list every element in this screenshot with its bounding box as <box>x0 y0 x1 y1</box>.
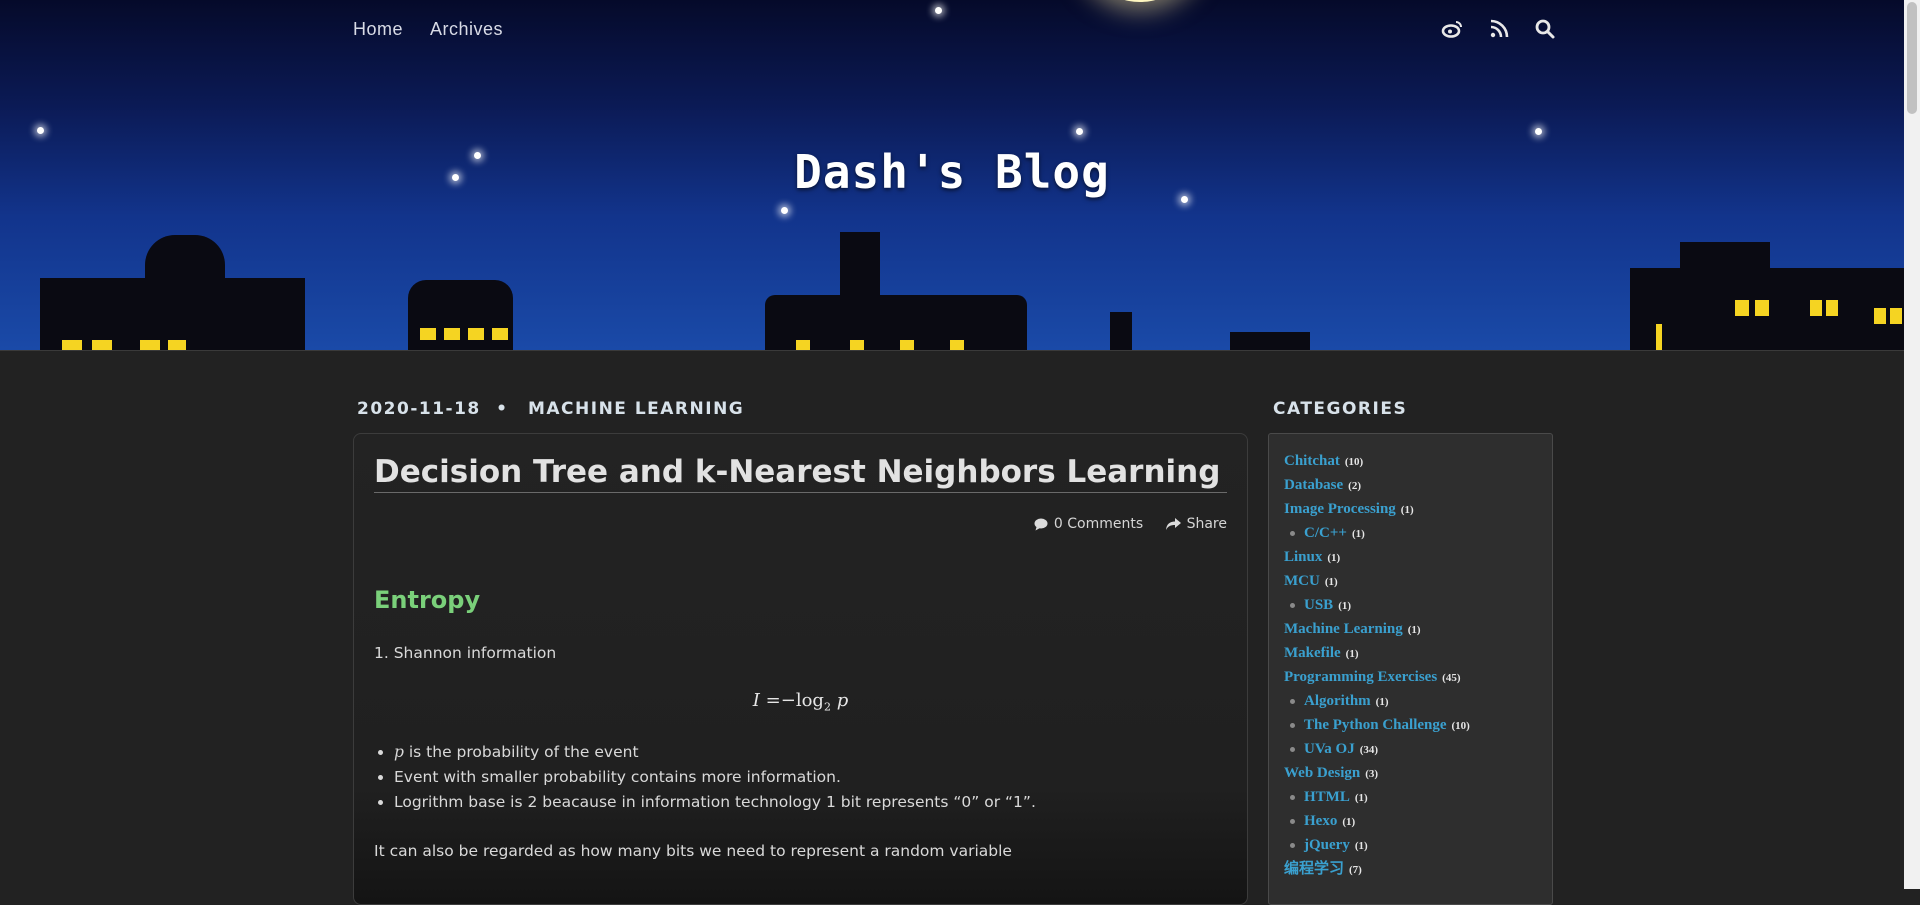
comments-link[interactable]: 0 Comments <box>1034 516 1143 532</box>
list-item: Event with smaller probability contains … <box>394 765 1036 790</box>
category-link[interactable]: jQuery <box>1304 837 1350 853</box>
category-count: (1) <box>1351 528 1365 540</box>
category-count: (1) <box>1324 576 1338 588</box>
city-skyline <box>0 230 1904 350</box>
category-count: (1) <box>1345 648 1359 660</box>
category-item: MCU (1) <box>1284 570 1552 594</box>
category-item: Linux (1) <box>1284 546 1552 570</box>
section-heading: Entropy <box>374 586 481 614</box>
category-count: (34) <box>1359 744 1379 756</box>
category-link[interactable]: USB <box>1304 597 1333 613</box>
category-link[interactable]: Hexo <box>1304 813 1337 829</box>
category-link[interactable]: Image Processing <box>1284 501 1396 517</box>
share-icon <box>1165 517 1181 530</box>
category-count: (1) <box>1327 552 1341 564</box>
category-count: (45) <box>1442 672 1461 684</box>
share-button[interactable]: Share <box>1165 516 1227 532</box>
category-count: (1) <box>1407 624 1421 636</box>
category-count: (10) <box>1344 456 1364 468</box>
nav-home-link[interactable]: Home <box>353 19 403 40</box>
category-link[interactable]: Linux <box>1284 549 1322 565</box>
category-item: Image Processing (1) <box>1284 498 1552 522</box>
category-item: Hexo (1) <box>1284 810 1552 834</box>
categories-box: Chitchat (10) Database (2) Image Processing(… <box>1268 433 1553 905</box>
category-item: UVa OJ (34) <box>1284 738 1552 762</box>
header-banner: Home Archives Dash's Blog <box>0 0 1904 351</box>
star <box>935 7 942 14</box>
post-title[interactable]: Decision Tree and k-Nearest Neighbors Le… <box>374 454 1227 493</box>
category-item: C/C++ (1) <box>1284 522 1552 546</box>
category-count: (1) <box>1354 792 1368 804</box>
share-label: Share <box>1186 516 1227 532</box>
category-item: HTML (1) <box>1284 786 1552 810</box>
category-link[interactable]: The Python Challenge <box>1304 717 1447 733</box>
category-link[interactable]: Machine Learning <box>1284 621 1403 637</box>
moon-graphic <box>1080 0 1200 2</box>
comment-icon <box>1034 518 1048 530</box>
category-link[interactable]: MCU <box>1284 573 1320 589</box>
category-item: Algorithm (1) <box>1284 690 1552 714</box>
list-item-heading: 1. Shannon information <box>374 644 557 662</box>
category-link[interactable]: Makefile <box>1284 645 1341 661</box>
comments-label: 0 Comments <box>1053 516 1144 532</box>
sidebar-title: CATEGORIES <box>1273 399 1408 419</box>
star <box>1076 128 1083 135</box>
category-count: (3) <box>1365 768 1379 780</box>
category-count: (2) <box>1348 480 1361 492</box>
post-paragraph: It can also be regarded as how many bits… <box>374 842 1012 860</box>
category-link[interactable]: 编程学习 <box>1284 861 1344 877</box>
meta-separator: • <box>496 399 509 419</box>
category-count: (1) <box>1400 504 1414 516</box>
category-link[interactable]: Programming Exercises <box>1284 669 1437 685</box>
bullet-list: p is the probability of the event Event … <box>374 740 1036 815</box>
category-item: Web Design (3) <box>1284 762 1552 786</box>
category-item: Makefile (1) <box>1284 642 1552 666</box>
star <box>1535 128 1542 135</box>
scrollbar-thumb[interactable] <box>1907 2 1917 114</box>
category-link[interactable]: Web Design <box>1284 765 1360 781</box>
category-item: Chitchat (10) <box>1284 450 1552 474</box>
math-formula: I =−log2 p <box>752 690 849 714</box>
category-item: Database (2) <box>1284 474 1552 498</box>
category-link[interactable]: Chitchat <box>1284 453 1340 469</box>
category-link[interactable]: UVa OJ <box>1304 741 1355 757</box>
post-category-link[interactable]: MACHINE LEARNING <box>528 399 744 419</box>
category-link[interactable]: HTML <box>1304 789 1350 805</box>
search-icon[interactable] <box>1534 18 1556 40</box>
category-count: (10) <box>1451 720 1470 732</box>
list-item: Logrithm base is 2 beacause in informati… <box>394 790 1036 815</box>
category-item: The Python Challenge (10) <box>1284 714 1552 738</box>
category-count: (1) <box>1375 696 1389 708</box>
category-list: Chitchat (10) Database (2) Image Processing(… <box>1269 434 1552 882</box>
category-link[interactable]: Algorithm <box>1304 693 1371 709</box>
post-meta: 2020-11-18 • MACHINE LEARNING <box>357 399 744 419</box>
category-link[interactable]: Database <box>1284 477 1343 493</box>
star <box>37 127 44 134</box>
category-item: 编程学习 (7) <box>1284 858 1552 882</box>
weibo-icon[interactable] <box>1441 18 1463 40</box>
category-count: (7) <box>1349 864 1362 876</box>
category-link[interactable]: C/C++ <box>1304 525 1347 541</box>
category-count: (1) <box>1338 600 1352 612</box>
list-item: p is the probability of the event <box>394 740 1036 765</box>
nav-archives-link[interactable]: Archives <box>430 19 503 40</box>
category-item: Programming Exercises (45) <box>1284 666 1552 690</box>
star <box>781 207 788 214</box>
post-card: Decision Tree and k-Nearest Neighbors Le… <box>353 433 1248 905</box>
category-count: (1) <box>1342 816 1356 828</box>
blog-title[interactable]: Dash's Blog <box>0 145 1904 199</box>
scrollbar[interactable] <box>1904 0 1920 889</box>
category-item: Machine Learning (1) <box>1284 618 1552 642</box>
rss-icon[interactable] <box>1488 18 1510 40</box>
category-item: jQuery (1) <box>1284 834 1552 858</box>
category-item: USB (1) <box>1284 594 1552 618</box>
post-actions: 0 Comments Share <box>1016 516 1227 535</box>
post-date[interactable]: 2020-11-18 <box>357 399 481 419</box>
category-count: (1) <box>1354 840 1368 852</box>
